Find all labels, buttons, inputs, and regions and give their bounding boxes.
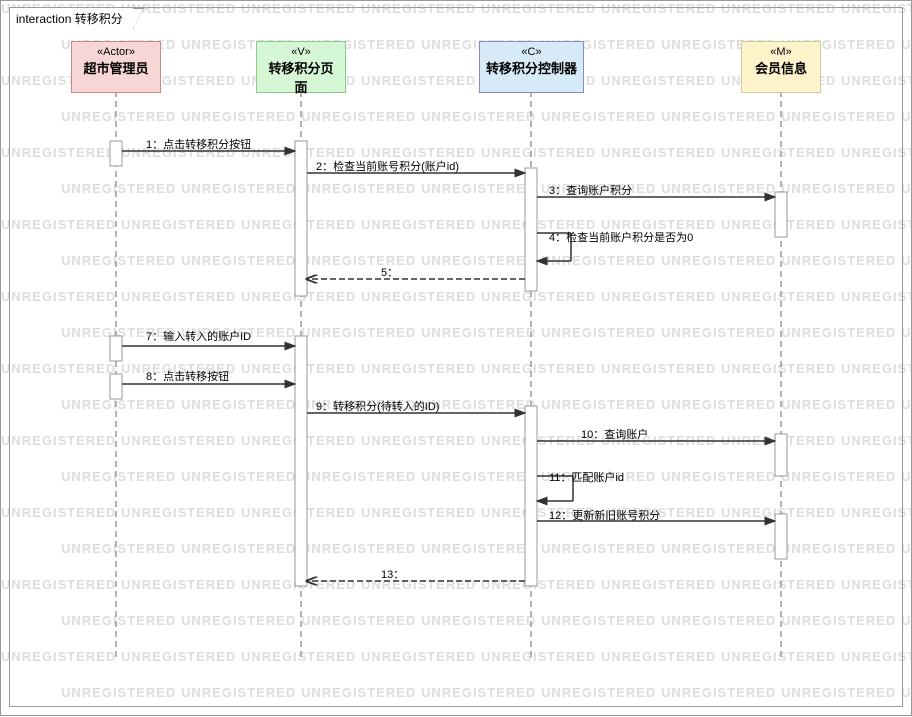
lifeline-controller: «C» 转移积分控制器: [479, 41, 584, 93]
msg-7-label: 7：输入转入的账户ID: [146, 328, 251, 344]
actor-stereotype: «Actor»: [78, 46, 154, 58]
actor-name: 超市管理员: [78, 58, 154, 77]
msg-11-label: 11：匹配账户id: [549, 469, 624, 485]
model-stereotype: «M»: [748, 46, 814, 58]
msg-8-label: 8：点击转移按钮: [146, 368, 229, 384]
controller-name: 转移积分控制器: [486, 58, 577, 77]
msg-10-label: 10：查询账户: [581, 426, 648, 442]
msg-13-label: 13：: [381, 566, 404, 582]
msg-4-label: 4：检查当前账户积分是否为0: [549, 229, 693, 245]
msg-5-label: 5：: [381, 264, 398, 280]
lifeline-view: «V» 转移积分页面: [256, 41, 346, 93]
msg-2-label: 2：检查当前账号积分(账户id): [316, 158, 459, 174]
msg-9-label: 9：转移积分(待转入的ID): [316, 398, 439, 414]
view-name: 转移积分页面: [263, 58, 339, 96]
frame-border: [9, 7, 903, 707]
controller-stereotype: «C»: [486, 46, 577, 58]
diagram-container: UNREGISTEREDUNREGISTEREDUNREGISTEREDUNRE…: [0, 0, 912, 716]
diagram-title: interaction 转移积分: [16, 12, 123, 26]
lifeline-actor: «Actor» 超市管理员: [71, 41, 161, 93]
msg-3-label: 3：查询账户积分: [549, 182, 632, 198]
view-stereotype: «V»: [263, 46, 339, 58]
model-name: 会员信息: [748, 58, 814, 77]
msg-12-label: 12：更新新旧账号积分: [549, 507, 660, 523]
lifeline-model: «M» 会员信息: [741, 41, 821, 93]
msg-1-label: 1：点击转移积分按钮: [146, 136, 251, 152]
